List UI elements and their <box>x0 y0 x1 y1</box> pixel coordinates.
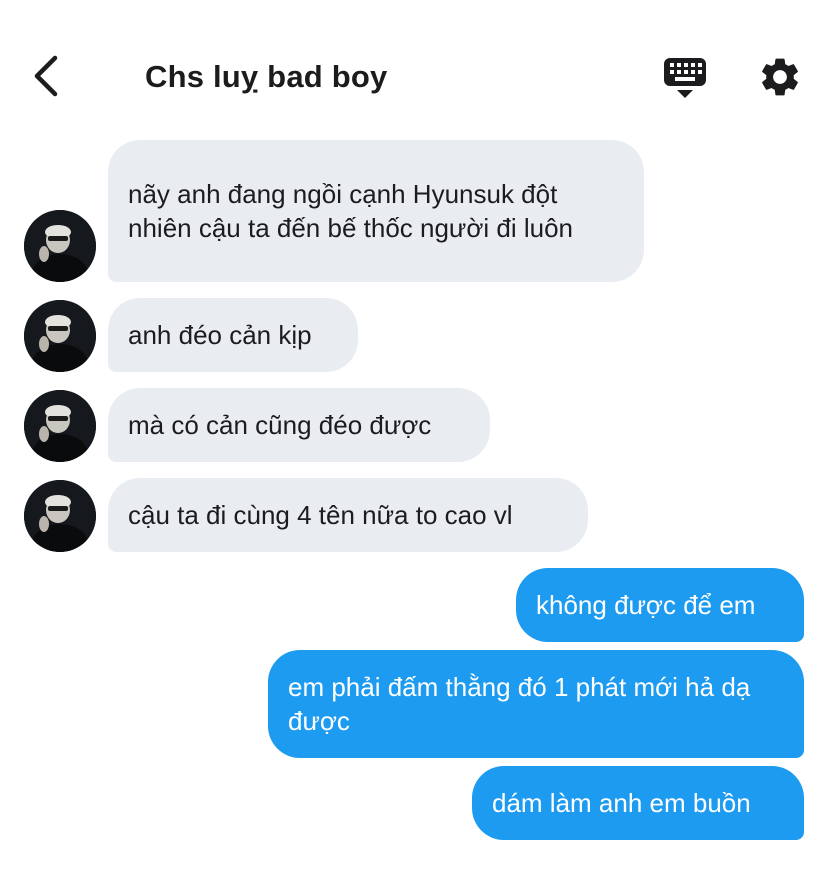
chat-header: Chs luỵ bad boy <box>0 0 828 140</box>
avatar[interactable] <box>24 300 96 372</box>
avatar[interactable] <box>24 210 96 282</box>
gear-icon <box>762 58 798 96</box>
back-button[interactable] <box>24 52 68 100</box>
message-bubble-incoming[interactable]: anh đéo cản kịp <box>108 298 358 372</box>
message-text: dám làm anh em buồn <box>492 788 751 818</box>
message-text: cậu ta đi cùng 4 tên nữa to cao vl <box>128 500 513 530</box>
message-text: nãy anh đang ngồi cạnh Hyunsuk đột nhiên… <box>128 179 573 243</box>
keyboard-button[interactable] <box>660 54 710 102</box>
message-bubble-incoming[interactable]: nãy anh đang ngồi cạnh Hyunsuk đột nhiên… <box>108 140 644 282</box>
avatar[interactable] <box>24 390 96 462</box>
message-bubble-outgoing[interactable]: em phải đấm thằng đó 1 phát mới hả dạ đư… <box>268 650 804 758</box>
keyboard-icon <box>664 58 706 98</box>
message-text: không được để em <box>536 590 756 620</box>
conversation-title: Chs luỵ bad boy <box>145 59 388 94</box>
message-bubble-incoming[interactable]: cậu ta đi cùng 4 tên nữa to cao vl <box>108 478 588 552</box>
settings-button[interactable] <box>757 54 803 100</box>
chevron-left-icon <box>34 55 58 97</box>
avatar[interactable] <box>24 480 96 552</box>
message-text: mà có cản cũng đéo được <box>128 410 432 440</box>
message-text: anh đéo cản kịp <box>128 320 312 350</box>
message-bubble-incoming[interactable]: mà có cản cũng đéo được <box>108 388 490 462</box>
message-text: em phải đấm thằng đó 1 phát mới hả dạ đư… <box>288 672 751 736</box>
message-bubble-outgoing[interactable]: dám làm anh em buồn <box>472 766 804 840</box>
message-bubble-outgoing[interactable]: không được để em <box>516 568 804 642</box>
